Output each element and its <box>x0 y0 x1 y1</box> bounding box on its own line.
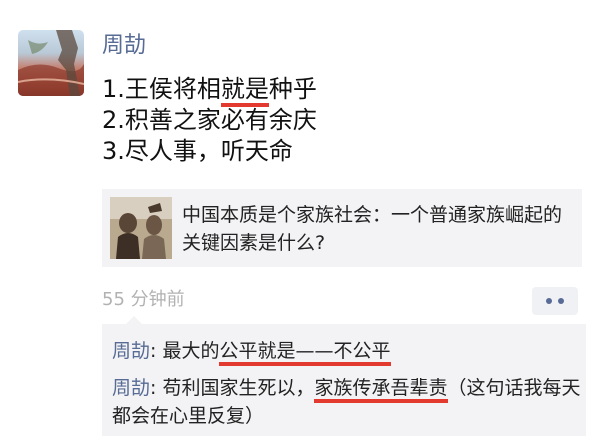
article-thumbnail <box>110 197 172 259</box>
post-author[interactable]: 周劼 <box>102 31 146 61</box>
more-actions-button[interactable] <box>532 287 578 315</box>
comment-text: 苟利国家生死以， <box>162 377 315 399</box>
comments-panel: 周劼: 最大的公平就是——不公平 周劼: 苟利国家生死以，家族传承吾辈责（这句话… <box>102 316 586 436</box>
comment-text: 最大的 <box>162 340 220 362</box>
comment-separator: : <box>150 340 163 362</box>
underlined-phrase: 就是 <box>220 75 269 107</box>
ellipsis-icon <box>546 298 564 304</box>
underlined-phrase: 家族传承吾辈责 <box>314 377 448 403</box>
post-text: 1.王侯将相就是种乎 2.积善之家必有余庆 3.尽人事，听天命 <box>102 74 317 167</box>
post-line-3: 3.尽人事，听天命 <box>102 137 293 165</box>
comment-separator: : <box>150 377 163 399</box>
moments-post: 周劼 1.王侯将相就是种乎 2.积善之家必有余庆 3.尽人事，听天命 中国本质是… <box>0 0 600 436</box>
avatar[interactable] <box>18 30 84 96</box>
comment-author[interactable]: 周劼 <box>112 377 150 399</box>
underlined-phrase: 公平就是——不公平 <box>219 340 391 366</box>
shared-article-card[interactable]: 中国本质是个家族社会：一个普通家族崛起的关键因素是什么? <box>102 189 582 267</box>
post-line-1-start: 1.王侯将相 <box>102 75 221 103</box>
post-line-1-end: 种乎 <box>268 75 317 103</box>
comment-item[interactable]: 周劼: 苟利国家生死以，家族传承吾辈责（这句话我每天都会在心里反复） <box>112 374 582 430</box>
post-timestamp: 55 分钟前 <box>102 289 185 310</box>
article-title: 中国本质是个家族社会：一个普通家族崛起的关键因素是什么? <box>182 204 563 254</box>
post-line-2: 2.积善之家必有余庆 <box>102 106 317 134</box>
post-line-1: 1.王侯将相就是种乎 <box>102 74 317 107</box>
comment-item[interactable]: 周劼: 最大的公平就是——不公平 <box>112 337 582 366</box>
comment-author[interactable]: 周劼 <box>112 340 150 362</box>
